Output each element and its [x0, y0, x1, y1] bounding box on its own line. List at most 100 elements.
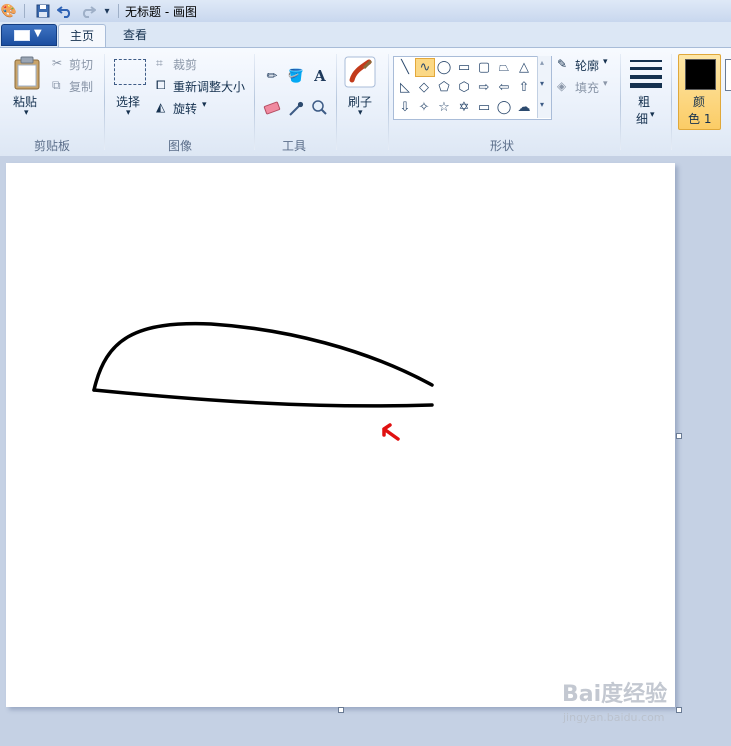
magnifier-icon[interactable]: [309, 98, 331, 118]
customize-toolbar-icon[interactable]: ▾: [99, 3, 115, 19]
oval-callout-shape-icon[interactable]: ◯: [495, 99, 513, 116]
chevron-down-icon: ▼: [34, 28, 42, 39]
color-picker-icon[interactable]: [285, 98, 307, 118]
size-label-2[interactable]: 细: [636, 110, 648, 127]
pencil-icon[interactable]: ✏: [261, 66, 283, 86]
copy-button[interactable]: 复制: [69, 78, 93, 95]
group-divider: [671, 54, 672, 150]
polygon-shape-icon[interactable]: ⏢: [495, 59, 513, 76]
chevron-down-icon[interactable]: ▾: [126, 108, 131, 118]
select-icon[interactable]: [114, 59, 146, 85]
scroll-up-icon[interactable]: ▴: [540, 58, 544, 67]
undo-icon[interactable]: [57, 3, 73, 19]
right-arrow-shape-icon[interactable]: ⇨: [475, 79, 493, 96]
group-divider: [620, 54, 621, 150]
group-divider: [104, 54, 105, 150]
watermark-logo: Bai度经验: [562, 682, 668, 707]
line-size-icon[interactable]: [629, 58, 663, 88]
brush-icon[interactable]: [344, 56, 376, 88]
chevron-down-icon[interactable]: ▾: [650, 110, 655, 120]
group-divider: [388, 54, 389, 150]
group-divider: [254, 54, 255, 150]
color2-button[interactable]: [725, 59, 731, 91]
four-point-star-shape-icon[interactable]: ✧: [415, 99, 433, 116]
six-point-star-shape-icon[interactable]: ✡: [455, 99, 473, 116]
hexagon-shape-icon[interactable]: ⬡: [455, 79, 473, 96]
image-group-label: 图像: [167, 139, 192, 153]
tools-group-label: 工具: [281, 139, 306, 153]
drawing-canvas[interactable]: [6, 163, 675, 707]
fill-bucket-icon[interactable]: 🪣: [285, 66, 307, 86]
window-title: 无标题 - 画图: [125, 5, 197, 19]
clipboard-group-label: 剪贴板: [33, 139, 70, 153]
size-label-1[interactable]: 粗: [638, 93, 650, 110]
title-bar: 🎨 ▾ 无标题 - 画图: [0, 0, 731, 23]
chevron-down-icon[interactable]: ▾: [603, 79, 608, 89]
resize-icon: ⧠: [156, 78, 166, 92]
resize-handle-bottom[interactable]: [338, 707, 344, 713]
cut-button[interactable]: 剪切: [69, 56, 93, 73]
text-tool-icon[interactable]: A: [309, 66, 331, 86]
left-arrow-shape-icon[interactable]: ⇦: [495, 79, 513, 96]
fill-button[interactable]: 填充: [575, 79, 599, 96]
fill-icon: ◈: [557, 79, 567, 93]
color1-label-2: 色 1: [688, 112, 712, 126]
chevron-down-icon[interactable]: ▾: [603, 57, 608, 67]
curve-stroke-bottom: [92, 388, 434, 408]
resize-handle-corner[interactable]: [676, 707, 682, 713]
save-icon[interactable]: [35, 3, 51, 19]
divider: [24, 4, 25, 18]
chevron-down-icon[interactable]: ▾: [24, 108, 29, 118]
scroll-down-icon[interactable]: ▾: [540, 79, 544, 88]
paste-icon[interactable]: [13, 56, 41, 90]
color1-swatch: [685, 59, 716, 90]
ribbon-tab-row: ▼ 主页 查看: [0, 22, 731, 48]
chevron-down-icon[interactable]: ▾: [358, 108, 363, 118]
red-arrow-annotation: [382, 423, 400, 441]
resize-handle-right[interactable]: [676, 433, 682, 439]
drawing-strokes: [92, 321, 434, 441]
triangle-shape-icon[interactable]: △: [515, 59, 533, 76]
curve-stroke-top: [92, 321, 434, 392]
tab-home[interactable]: 主页: [58, 24, 106, 48]
right-triangle-shape-icon[interactable]: ◺: [396, 79, 414, 96]
rectangle-shape-icon[interactable]: ▭: [455, 59, 473, 76]
shapes-gallery: ╲ ∿ ◯ ▭ ▢ ⏢ △ ◺ ◇ ⬠ ⬡ ⇨ ⇦ ⇧ ⇩ ✧ ☆ ✡ ▭ ◯ …: [393, 56, 552, 120]
paint-menu-button[interactable]: ▼: [1, 24, 57, 46]
eraser-icon[interactable]: [261, 98, 283, 118]
redo-icon[interactable]: [80, 3, 96, 19]
down-arrow-shape-icon[interactable]: ⇩: [396, 99, 414, 116]
crop-icon: ⌗: [156, 56, 163, 70]
cloud-callout-shape-icon[interactable]: ☁: [515, 99, 533, 116]
oval-shape-icon[interactable]: ◯: [435, 59, 453, 76]
resize-button[interactable]: 重新调整大小: [173, 78, 245, 95]
five-point-star-shape-icon[interactable]: ☆: [435, 99, 453, 116]
ribbon: 粘贴 ▾ ✂ 剪切 ⧉ 复制 剪贴板 选择 ▾ ⌗ 裁剪 ⧠ 重新调整大小 ◭ …: [0, 47, 731, 157]
chevron-down-icon[interactable]: ▾: [202, 100, 207, 110]
pentagon-shape-icon[interactable]: ⬠: [435, 79, 453, 96]
paint-app-icon[interactable]: 🎨: [1, 3, 17, 19]
color1-button[interactable]: 颜 色 1: [678, 54, 721, 130]
copy-icon: ⧉: [52, 78, 61, 92]
outline-icon: ✎: [557, 57, 568, 71]
divider: [118, 4, 119, 18]
rounded-rectangle-shape-icon[interactable]: ▢: [475, 59, 493, 76]
group-divider: [336, 54, 337, 150]
rotate-button[interactable]: 旋转: [173, 100, 197, 117]
cut-icon: ✂: [52, 56, 63, 70]
document-icon: [14, 30, 30, 41]
color1-label-1: 颜: [693, 95, 706, 109]
shapes-group-label: 形状: [489, 139, 514, 153]
crop-button[interactable]: 裁剪: [173, 56, 197, 73]
line-shape-icon[interactable]: ╲: [396, 59, 414, 76]
rotate-icon: ◭: [156, 100, 166, 114]
shapes-scrollbar[interactable]: ▴ ▾ ▾: [537, 56, 551, 118]
expand-gallery-icon[interactable]: ▾: [540, 100, 544, 109]
outline-button[interactable]: 轮廓: [575, 57, 599, 74]
tab-view[interactable]: 查看: [112, 24, 158, 47]
up-arrow-shape-icon[interactable]: ⇧: [515, 79, 533, 96]
watermark-url: jingyan.baidu.com: [563, 711, 665, 724]
curve-shape-icon[interactable]: ∿: [415, 58, 435, 77]
diamond-shape-icon[interactable]: ◇: [415, 79, 433, 96]
rounded-callout-shape-icon[interactable]: ▭: [475, 99, 493, 116]
